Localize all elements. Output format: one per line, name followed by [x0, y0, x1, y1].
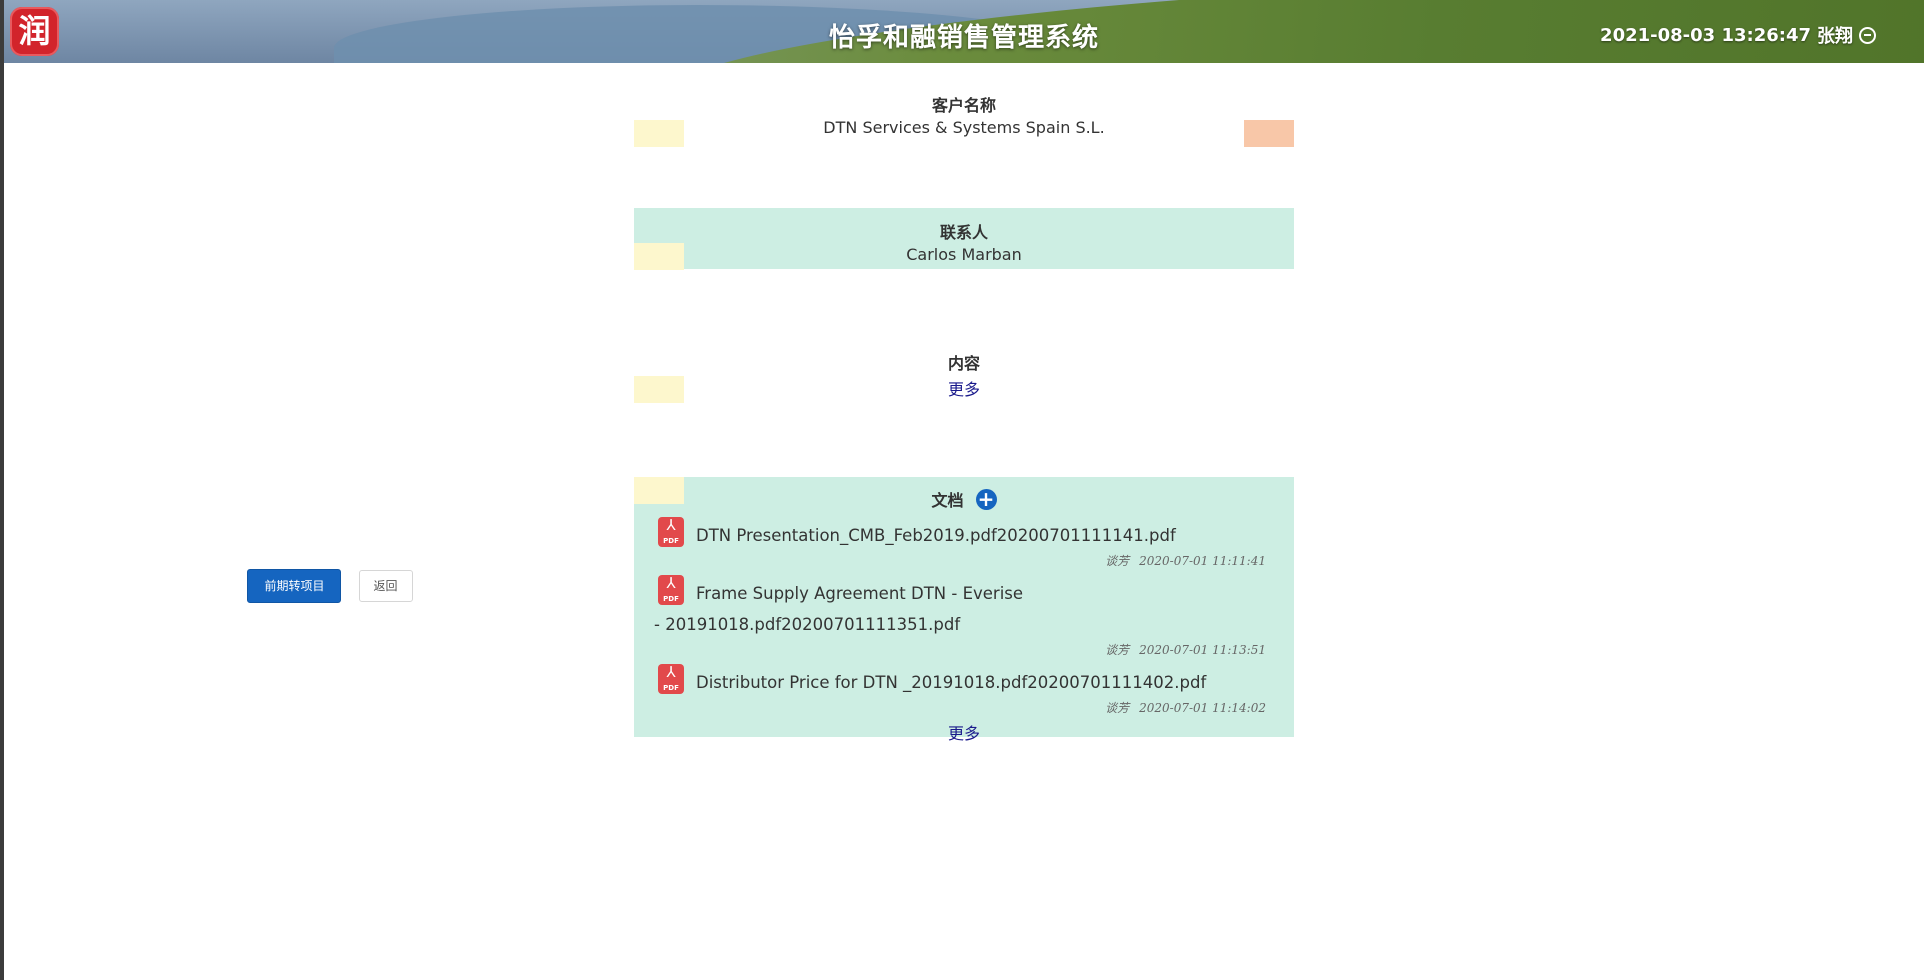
action-buttons: 前期转项目 返回 — [0, 569, 660, 603]
top-banner: 润 怡孚和融销售管理系统 2021-08-03 13:26:47 张翔 — [4, 0, 1924, 63]
content-section: 内容 更多 — [634, 340, 1294, 404]
row-marker-yellow — [634, 376, 684, 403]
document-meta: 谈芳 2020-07-01 11:11:41 — [654, 552, 1266, 569]
row-marker-orange — [1244, 120, 1294, 147]
documents-section: 文档 + ⅄ PDF DTN Presentation_CMB_Feb2019.pd… — [634, 477, 1294, 743]
document-item: ⅄ PDF DTN Presentation_CMB_Feb2019.pdf2020… — [634, 517, 1294, 569]
documents-header: 文档 + — [634, 477, 1294, 511]
customer-value: DTN Services & Systems Spain S.L. — [823, 118, 1105, 137]
content-label: 内容 — [947, 354, 980, 373]
user-area: 2021-08-03 13:26:47 张翔 — [1600, 22, 1876, 48]
document-name[interactable]: Frame Supply Agreement DTN - Everise - 2… — [654, 584, 1023, 634]
document-uploader: 谈芳 — [1105, 701, 1130, 715]
customer-section: 客户名称 DTN Services & Systems Spain S.L. — [634, 92, 1294, 147]
row-marker-yellow — [634, 477, 684, 504]
documents-more-link[interactable]: 更多 — [948, 720, 980, 744]
contact-value: Carlos Marban — [906, 245, 1022, 264]
add-document-icon[interactable]: + — [975, 488, 997, 510]
contact-label: 联系人 — [939, 223, 988, 242]
document-time: 2020-07-01 11:11:41 — [1139, 554, 1266, 568]
documents-label: 文档 — [931, 491, 964, 510]
content-more-link[interactable]: 更多 — [948, 376, 980, 400]
document-time: 2020-07-01 11:14:02 — [1139, 701, 1266, 715]
logout-icon[interactable] — [1859, 26, 1876, 44]
document-uploader: 谈芳 — [1105, 643, 1130, 657]
window-edge — [0, 0, 4, 980]
back-button[interactable]: 返回 — [358, 570, 413, 602]
user-name[interactable]: 张翔 — [1817, 22, 1853, 48]
convert-to-project-button[interactable]: 前期转项目 — [247, 569, 342, 603]
current-datetime: 2021-08-03 13:26:47 — [1600, 24, 1811, 46]
document-time: 2020-07-01 11:13:51 — [1139, 643, 1266, 657]
document-item: ⅄ PDF Distributor Price for DTN _20191018.… — [634, 664, 1294, 716]
row-marker-yellow — [634, 243, 684, 270]
pdf-file-icon[interactable]: ⅄ PDF — [658, 517, 684, 547]
customer-label: 客户名称 — [931, 96, 996, 115]
document-meta: 谈芳 2020-07-01 11:13:51 — [654, 641, 1266, 658]
pdf-file-icon[interactable]: ⅄ PDF — [658, 664, 684, 694]
contact-section: 联系人 Carlos Marban — [634, 208, 1294, 270]
document-name[interactable]: Distributor Price for DTN _20191018.pdf2… — [696, 673, 1206, 692]
document-uploader: 谈芳 — [1105, 554, 1130, 568]
document-meta: 谈芳 2020-07-01 11:14:02 — [654, 699, 1266, 716]
pdf-file-icon[interactable]: ⅄ PDF — [658, 575, 684, 605]
document-item: ⅄ PDF Frame Supply Agreement DTN - Everise… — [634, 575, 1294, 658]
row-marker-yellow — [634, 120, 684, 147]
document-name[interactable]: DTN Presentation_CMB_Feb2019.pdf20200701… — [696, 526, 1176, 545]
